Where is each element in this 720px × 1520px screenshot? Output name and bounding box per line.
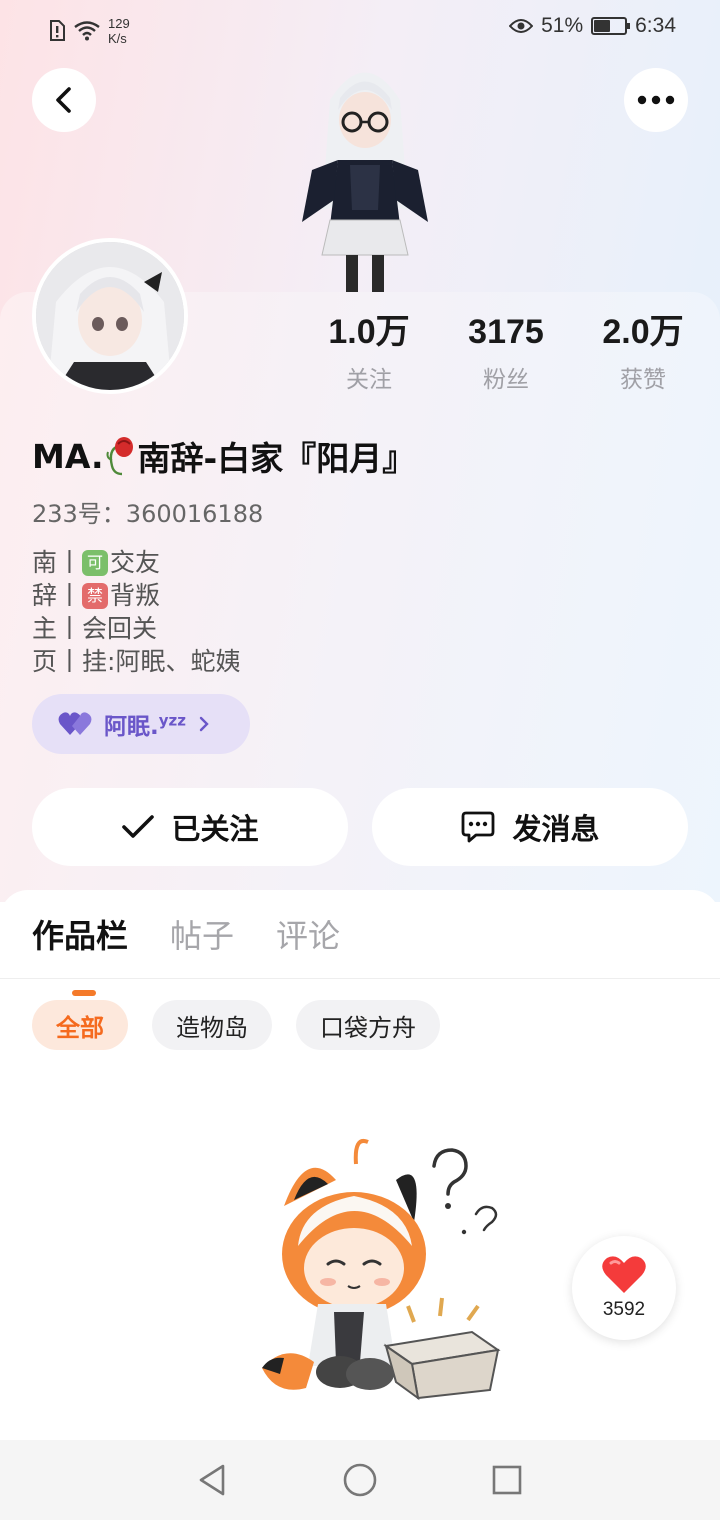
relationship-tag-suffix: yzz [158, 711, 186, 730]
following-button-label: 已关注 [171, 812, 259, 846]
following-button[interactable]: 已关注 [32, 788, 348, 866]
avatar-image [36, 242, 184, 390]
bio-line-separator: 丨 [57, 581, 83, 610]
heart-double-icon [58, 712, 92, 735]
stat-value: 2.0万 [602, 313, 684, 351]
like-count: 3592 [602, 1299, 646, 1320]
forbidden-emoji-icon: 禁 [82, 582, 109, 609]
stat-followers[interactable]: 3175 粉丝 [441, 310, 571, 394]
content-tabs: 作品栏 帖子 评论 [32, 910, 340, 996]
stat-label: 获赞 [620, 367, 666, 393]
clock: 6:34 [635, 14, 676, 37]
bio-line-head: 页 [32, 647, 58, 676]
bio-line-separator: 丨 [57, 647, 83, 676]
profile-bio: 南 丨 可 交友 辞 丨 禁 背叛 主 丨 会回关 页 丨 挂:阿眠、蛇姨 [32, 546, 240, 678]
tab-works[interactable]: 作品栏 [32, 910, 128, 996]
stat-label: 关注 [346, 367, 392, 393]
back-button[interactable] [32, 68, 96, 132]
chat-bubble-icon [462, 811, 495, 843]
wifi-icon [74, 21, 100, 41]
user-id: 233号：360016188 [32, 500, 264, 528]
sim-alert-icon [50, 20, 65, 41]
tab-posts[interactable]: 帖子 [170, 910, 234, 962]
bio-line-head: 辞 [32, 581, 58, 610]
battery-percent: 51% [541, 14, 584, 37]
stat-likes[interactable]: 2.0万 获赞 [578, 310, 708, 394]
stat-following[interactable]: 1.0万 关注 [304, 310, 434, 394]
stat-label: 粉丝 [483, 367, 529, 393]
relationship-tag-chip[interactable]: 阿眠.yzz [32, 694, 250, 754]
empty-state-illustration [262, 1139, 501, 1401]
system-navigation-bar [0, 1440, 720, 1520]
bio-line-head: 主 [32, 614, 58, 643]
bio-line-text: 背叛 [110, 581, 161, 610]
heart-icon [602, 1256, 646, 1293]
profile-name: MA. 南辞-白家『阳月』 [32, 432, 415, 480]
bio-line-text: 会回关 [82, 614, 158, 643]
bio-line: 辞 丨 禁 背叛 [32, 579, 240, 612]
profile-name-prefix: MA. [32, 436, 104, 476]
profile-name-main: 南辞-白家『阳月』 [137, 439, 416, 478]
send-message-button[interactable]: 发消息 [372, 788, 688, 866]
send-message-label: 发消息 [512, 812, 600, 846]
checkmark-icon [122, 815, 155, 838]
bio-line-separator: 丨 [57, 614, 83, 643]
more-options-button[interactable] [624, 68, 688, 132]
bio-line-text: 挂:阿眠、蛇姨 [82, 647, 241, 676]
filter-all[interactable]: 全部 [32, 1000, 128, 1050]
bio-line: 南 丨 可 交友 [32, 546, 240, 579]
nav-recents-icon[interactable] [491, 1464, 523, 1496]
more-horizontal-icon [637, 95, 675, 105]
bio-line-head: 南 [32, 548, 58, 577]
nav-home-icon[interactable] [342, 1462, 378, 1498]
network-speed-unit: K/s [108, 31, 127, 46]
filter-creation-island[interactable]: 造物岛 [152, 1000, 272, 1050]
bio-line-text: 交友 [110, 548, 161, 577]
network-speed: 129 K/s [108, 16, 130, 46]
eye-comfort-icon [509, 19, 534, 33]
network-speed-value: 129 [108, 16, 130, 31]
stat-value: 1.0万 [328, 313, 410, 351]
bio-line-separator: 丨 [57, 548, 83, 577]
character-model-image [302, 72, 428, 295]
category-filters: 全部 造物岛 口袋方舟 [32, 1000, 440, 1050]
filter-pocket-ark[interactable]: 口袋方舟 [296, 1000, 440, 1050]
avatar[interactable] [32, 238, 188, 394]
battery-icon [591, 17, 631, 35]
stat-value: 3175 [468, 313, 544, 351]
allowed-emoji-icon: 可 [82, 549, 109, 576]
nav-back-icon[interactable] [197, 1463, 229, 1497]
bio-line: 页 丨 挂:阿眠、蛇姨 [32, 645, 240, 678]
wilted-rose-icon [106, 437, 133, 476]
tab-divider [0, 978, 720, 979]
bio-line: 主 丨 会回关 [32, 612, 240, 645]
chevron-left-icon [56, 87, 71, 113]
chevron-right-icon [199, 716, 209, 732]
like-button[interactable]: 3592 [572, 1236, 676, 1340]
relationship-tag-label: 阿眠. [104, 714, 159, 740]
tab-comments[interactable]: 评论 [276, 910, 340, 962]
